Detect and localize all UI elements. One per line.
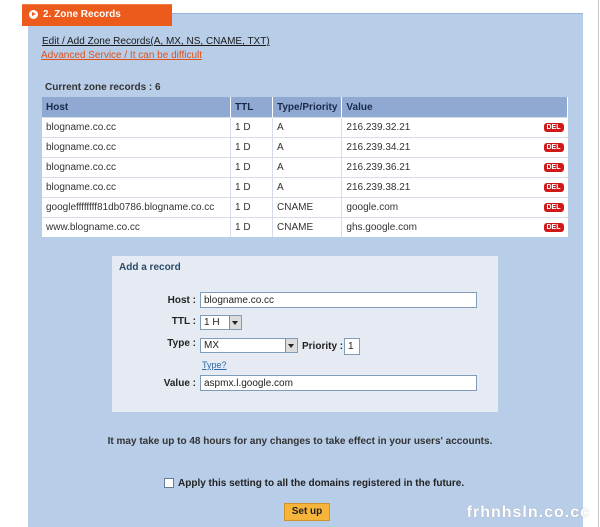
cell-host: blogname.co.cc (42, 117, 231, 138)
type-help-link[interactable]: Type? (202, 360, 227, 370)
zone-records-table: Host TTL Type/Priority Value blogname.co… (42, 97, 568, 237)
priority-input[interactable]: 1 (344, 338, 360, 355)
zone-record-count: Current zone records : 6 (45, 82, 161, 93)
cell-ttl: 1 D (230, 217, 273, 237)
edit-zone-records-link[interactable]: Edit / Add Zone Records(A, MX, NS, CNAME… (42, 36, 270, 47)
col-ttl: TTL (230, 97, 273, 118)
cell-value: google.com DEL (341, 197, 568, 218)
table-row: blogname.co.cc 1 D A 216.239.34.21 DEL (42, 137, 568, 158)
cell-host: blogname.co.cc (42, 137, 231, 158)
chevron-down-icon (229, 316, 241, 329)
table-row: blogname.co.cc 1 D A 216.239.38.21 DEL (42, 177, 568, 198)
cell-value: ghs.google.com DEL (341, 217, 568, 237)
table-header-row: Host TTL Type/Priority Value (42, 97, 568, 118)
type-select[interactable]: MX (200, 338, 298, 353)
apply-future-label: Apply this setting to all the domains re… (178, 478, 465, 489)
cell-ttl: 1 D (230, 137, 273, 158)
delete-button[interactable]: DEL (543, 163, 564, 172)
value-text: 216.239.38.21 (346, 182, 411, 193)
cell-value: 216.239.34.21 DEL (341, 137, 568, 158)
cell-value: 216.239.36.21 DEL (341, 157, 568, 178)
cell-type: CNAME (272, 197, 343, 218)
watermark-text: frhnhsln.co.cc (466, 504, 590, 521)
host-input[interactable]: blogname.co.cc (200, 292, 477, 308)
delete-button[interactable]: DEL (543, 143, 564, 152)
cell-value: 216.239.32.21 DEL (341, 117, 568, 138)
cell-type: A (272, 177, 343, 198)
cell-type: A (272, 137, 343, 158)
table-row: blogname.co.cc 1 D A 216.239.36.21 DEL (42, 157, 568, 178)
cell-value: 216.239.38.21 DEL (341, 177, 568, 198)
delete-button[interactable]: DEL (543, 183, 564, 192)
delete-button[interactable]: DEL (543, 203, 564, 212)
add-record-title: Add a record (119, 262, 181, 273)
ttl-value: 1 H (204, 317, 220, 328)
arrow-circle-icon (29, 10, 38, 19)
value-text: google.com (346, 202, 399, 213)
cell-host: www.blogname.co.cc (42, 217, 231, 237)
value-text: 216.239.36.21 (346, 162, 411, 173)
table-row: blogname.co.cc 1 D A 216.239.32.21 DEL (42, 117, 568, 138)
value-text: 216.239.32.21 (346, 122, 411, 133)
advanced-service-link[interactable]: Advanced Service / It can be difficult (41, 50, 202, 61)
cell-ttl: 1 D (230, 117, 273, 138)
type-value: MX (204, 340, 219, 351)
section-header[interactable]: 2. Zone Records (22, 4, 172, 26)
chevron-down-icon (285, 339, 297, 352)
setup-button[interactable]: Set up (284, 503, 330, 521)
priority-label: Priority : (302, 341, 344, 352)
value-text: 216.239.34.21 (346, 142, 411, 153)
table-row: www.blogname.co.cc 1 D CNAME ghs.google.… (42, 217, 568, 237)
delete-button[interactable]: DEL (543, 223, 564, 232)
cell-ttl: 1 D (230, 157, 273, 178)
table-row: googleffffffff81db0786.blogname.co.cc 1 … (42, 197, 568, 218)
ttl-label: TTL : (171, 316, 196, 327)
ttl-select[interactable]: 1 H (200, 315, 242, 330)
cell-host: blogname.co.cc (42, 177, 231, 198)
cell-host: blogname.co.cc (42, 157, 231, 178)
value-input[interactable]: aspmx.l.google.com (200, 375, 477, 391)
cell-type: A (272, 117, 343, 138)
col-value: Value (341, 97, 568, 118)
right-border (598, 0, 599, 527)
type-label: Type : (167, 338, 196, 349)
cell-ttl: 1 D (230, 177, 273, 198)
section-title: 2. Zone Records (43, 9, 121, 20)
cell-ttl: 1 D (230, 197, 273, 218)
cell-type: A (272, 157, 343, 178)
propagation-notice: It may take up to 48 hours for any chang… (107, 436, 493, 447)
apply-future-checkbox[interactable] (164, 478, 174, 488)
col-host: Host (42, 97, 231, 118)
delete-button[interactable]: DEL (543, 123, 564, 132)
value-text: ghs.google.com (346, 222, 417, 233)
cell-host: googleffffffff81db0786.blogname.co.cc (42, 197, 231, 218)
cell-type: CNAME (272, 217, 343, 237)
col-type-priority: Type/Priority (272, 97, 343, 118)
value-label: Value : (163, 378, 196, 389)
host-label: Host : (167, 295, 196, 306)
